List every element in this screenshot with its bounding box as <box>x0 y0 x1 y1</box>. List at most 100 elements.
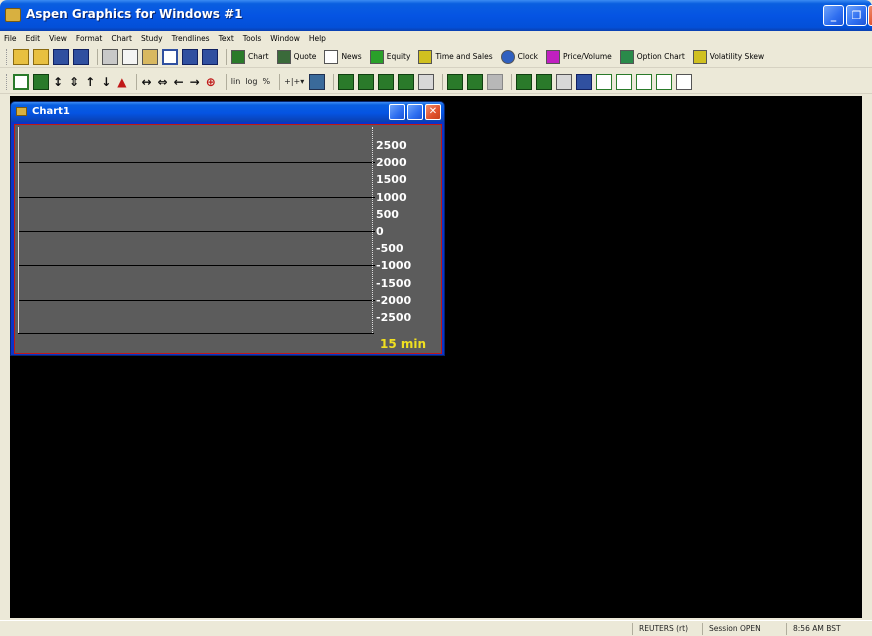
y-tick-label: 2000 <box>376 156 407 170</box>
properties-dropdown-icon[interactable] <box>418 73 435 90</box>
plot-frame[interactable] <box>18 127 375 333</box>
draw-line-icon[interactable] <box>576 73 593 90</box>
delete-study-icon[interactable] <box>467 73 484 90</box>
toolbar-grip[interactable] <box>6 48 9 65</box>
menu-view[interactable]: View <box>49 34 67 43</box>
linear-scale-button[interactable]: lin <box>231 77 241 86</box>
chart-minimize-button[interactable] <box>389 104 405 120</box>
arrow-right-icon[interactable]: → <box>190 74 200 90</box>
scroll-vertical-icon[interactable]: ▲ <box>117 74 126 90</box>
chart-fill-icon[interactable] <box>33 73 49 90</box>
price-volume-button[interactable]: Price/Volume <box>546 49 612 64</box>
y-tick-label: -1000 <box>376 259 412 273</box>
y-tick-label: 500 <box>376 207 399 221</box>
expand-vertical-icon[interactable]: ↕ <box>53 74 63 90</box>
menu-file[interactable]: File <box>4 34 17 43</box>
menu-chart[interactable]: Chart <box>111 34 132 43</box>
paste-icon[interactable] <box>142 48 158 65</box>
study-4-dropdown-icon[interactable] <box>398 73 415 90</box>
minimize-button[interactable]: _ <box>823 5 844 26</box>
option-chart-button[interactable]: Option Chart <box>619 49 685 64</box>
study-2-dropdown-icon[interactable] <box>358 73 375 90</box>
chart-button[interactable]: Chart <box>231 49 269 64</box>
menu-window[interactable]: Window <box>270 34 300 43</box>
page-menu-dropdown-icon[interactable] <box>676 73 693 90</box>
toolbar-separator <box>136 73 138 90</box>
open-page-icon[interactable] <box>33 48 49 65</box>
expand-horizontal-icon[interactable]: ↔ <box>141 74 151 90</box>
arrow-down-icon[interactable]: ↓ <box>101 74 111 90</box>
chart-title-bar[interactable]: Chart1 ✕ <box>11 102 444 122</box>
layout-icon[interactable] <box>536 73 553 90</box>
close-button[interactable]: ✕ <box>868 5 872 26</box>
disabled-tool-icon[interactable] <box>487 73 504 90</box>
menu-study[interactable]: Study <box>141 34 163 43</box>
arrow-up-icon[interactable]: ↑ <box>85 74 95 90</box>
chart-plot-area[interactable]: 15 min 2500 2000 1500 1000 500 0 -500 -1000 -150… <box>14 124 442 354</box>
open-folder-icon[interactable] <box>13 48 29 65</box>
page-copy-icon[interactable] <box>636 73 653 90</box>
restore-button[interactable]: ❐ <box>846 5 867 26</box>
news-button[interactable]: News <box>324 49 362 64</box>
chart-maximize-button[interactable] <box>407 104 423 120</box>
arrow-left-icon[interactable]: ← <box>174 74 184 90</box>
equity-button[interactable]: Equity <box>369 49 410 64</box>
print-icon[interactable] <box>102 48 118 65</box>
chart-close-button[interactable]: ✕ <box>425 104 441 120</box>
menu-text[interactable]: Text <box>219 34 234 43</box>
log-scale-button[interactable]: log <box>245 77 257 86</box>
scroll-horizontal-icon[interactable]: ⊕ <box>206 74 216 90</box>
chart-window-icon[interactable] <box>13 73 29 90</box>
menu-help[interactable]: Help <box>309 34 326 43</box>
save-icon[interactable] <box>53 48 69 65</box>
title-bar[interactable]: Aspen Graphics for Windows #1 _ ❐ ✕ <box>0 0 872 31</box>
compress-vertical-icon[interactable]: ⇕ <box>69 74 79 90</box>
status-session: Session OPEN <box>702 623 786 635</box>
grid-line <box>19 162 375 164</box>
time-and-sales-icon <box>418 49 433 64</box>
menu-trendlines[interactable]: Trendlines <box>172 34 210 43</box>
grid-icon[interactable] <box>516 73 533 90</box>
page-dropdown-icon[interactable] <box>447 73 464 90</box>
x-axis-line <box>18 333 374 334</box>
toolbar-separator <box>225 73 227 90</box>
quote-button[interactable]: Quote <box>276 49 316 64</box>
settings-icon[interactable] <box>556 73 573 90</box>
y-axis-line <box>372 127 373 333</box>
interval-label[interactable]: 15 min <box>380 337 426 351</box>
menu-edit[interactable]: Edit <box>26 34 41 43</box>
status-bar: REUTERS (rt) Session OPEN 8:56 AM BST <box>0 620 872 636</box>
chart-toolbar: ↕ ⇕ ↑ ↓ ▲ ↔ ⇔ ← → ⊕ lin log % +|+▾ <box>0 70 872 94</box>
news-icon <box>324 49 339 64</box>
copy-icon[interactable] <box>122 48 138 65</box>
bar-style-dropdown-icon[interactable] <box>309 73 326 90</box>
y-tick-label: -2000 <box>376 293 412 307</box>
toolbar-separator <box>511 73 513 90</box>
page-insert-icon[interactable] <box>616 73 633 90</box>
window-title: Aspen Graphics for Windows #1 <box>26 7 243 21</box>
font-italic-icon[interactable] <box>202 48 218 65</box>
time-and-sales-button[interactable]: Time and Sales <box>418 49 493 64</box>
volatility-skew-button[interactable]: Volatility Skew <box>692 49 764 64</box>
menu-format[interactable]: Format <box>76 34 102 43</box>
equity-icon <box>369 49 384 64</box>
page-add-icon[interactable] <box>596 73 613 90</box>
toolbar-separator <box>226 48 227 65</box>
toolbar-grip[interactable] <box>6 73 9 90</box>
save-all-icon[interactable] <box>73 48 89 65</box>
study-1-dropdown-icon[interactable] <box>338 73 355 90</box>
percent-scale-button[interactable]: % <box>263 77 271 86</box>
app-icon[interactable] <box>5 8 21 22</box>
study-3-dropdown-icon[interactable] <box>378 73 395 90</box>
compress-horizontal-icon[interactable]: ⇔ <box>158 74 168 90</box>
crosshair-dropdown-icon[interactable]: +|+▾ <box>284 77 304 86</box>
volatility-skew-icon <box>692 49 707 64</box>
new-window-icon[interactable] <box>162 48 178 65</box>
page-image-icon[interactable] <box>656 73 673 90</box>
menu-tools[interactable]: Tools <box>243 34 261 43</box>
grid-line <box>19 196 375 198</box>
chart-window-icon[interactable] <box>16 107 27 116</box>
chart-window[interactable]: Chart1 ✕ 15 min 2500 2000 1500 1000 500 0 -500… <box>10 101 445 356</box>
font-bold-icon[interactable] <box>182 48 198 65</box>
clock-button[interactable]: Clock <box>500 49 538 64</box>
